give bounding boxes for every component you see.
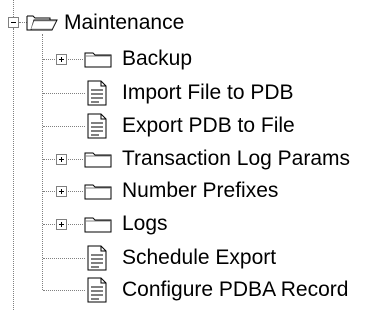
tree-connector [43,93,85,94]
expand-toggle-transaction-log-params[interactable] [56,154,67,165]
expand-toggle-backup[interactable] [56,54,67,65]
folder-open-icon [26,13,58,33]
tree-connector [43,126,85,127]
tree-label-import-file-to-pdb[interactable]: Import File to PDB [122,80,294,106]
folder-icon [84,214,114,234]
tree-label-logs[interactable]: Logs [122,211,168,237]
document-icon [86,113,108,139]
tree-label-number-prefixes[interactable]: Number Prefixes [122,178,278,204]
tree-view[interactable]: Maintenance Backup Import File to PDB Ex… [0,0,388,310]
tree-label-maintenance[interactable]: Maintenance [64,10,184,36]
document-icon [86,80,108,106]
tree-connector [43,290,85,291]
expand-toggle-number-prefixes[interactable] [56,186,67,197]
tree-connector [13,0,14,17]
expand-toggle-logs[interactable] [56,219,67,230]
tree-label-configure-pdba-record[interactable]: Configure PDBA Record [122,277,348,303]
tree-connector [43,258,85,259]
tree-connector [13,28,14,310]
folder-icon [84,149,114,169]
tree-label-backup[interactable]: Backup [122,46,192,72]
collapse-toggle-maintenance[interactable] [8,17,19,28]
folder-icon [84,49,114,69]
document-icon [86,277,108,303]
tree-label-transaction-log-params[interactable]: Transaction Log Params [122,146,350,172]
folder-icon [84,181,114,201]
document-icon [86,245,108,271]
tree-connector [42,34,43,290]
tree-label-schedule-export[interactable]: Schedule Export [122,245,276,271]
tree-label-export-pdb-to-file[interactable]: Export PDB to File [122,113,295,139]
